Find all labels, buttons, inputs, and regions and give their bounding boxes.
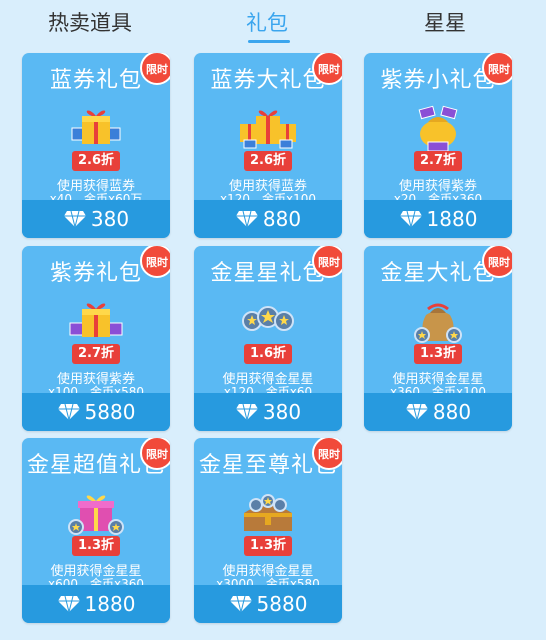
diamond-icon xyxy=(235,210,258,228)
blue-gift-icon xyxy=(71,110,121,144)
purple-gift-icon xyxy=(69,303,123,337)
limited-time-badge: 限时 xyxy=(140,53,170,85)
price-bar[interactable]: 380 xyxy=(22,200,170,238)
price-bar[interactable]: 880 xyxy=(194,200,342,238)
star-chest-icon xyxy=(244,494,292,531)
price-value: 880 xyxy=(262,207,302,231)
price: 1880 xyxy=(22,585,170,623)
discount-label: 1.3折 xyxy=(244,536,292,556)
limited-time-badge: 限时 xyxy=(312,246,342,278)
limited-time-badge: 限时 xyxy=(140,246,170,278)
price-bar[interactable]: 5880 xyxy=(194,585,342,623)
price-value: 880 xyxy=(432,400,472,424)
gift-pack-card[interactable]: 金星至尊礼包 限时 1.3折 使用获得金星星 x3000，金币x580 5880 xyxy=(194,438,342,623)
price-value: 1880 xyxy=(84,592,136,616)
gift-pack-card[interactable]: 金星大礼包 限时 1.3折 使用获得金星星 x360，金币x100 880 xyxy=(364,246,512,431)
gift-pack-card[interactable]: 紫券礼包 限时 2.7折 使用获得紫券 x100，金币x580 5880 xyxy=(22,246,170,431)
discount-label: 2.6折 xyxy=(244,151,292,171)
discount-label: 1.6折 xyxy=(244,344,292,364)
diamond-icon xyxy=(57,595,80,613)
discount-label: 2.7折 xyxy=(414,151,462,171)
gift-pack-card[interactable]: 蓝券大礼包 限时 2.6折 使用获得蓝券 x120，金币x100 880 xyxy=(194,53,342,238)
diamond-icon xyxy=(57,403,80,421)
price: 380 xyxy=(194,393,342,431)
limited-time-badge: 限时 xyxy=(140,438,170,470)
price: 5880 xyxy=(22,393,170,431)
price: 880 xyxy=(364,393,512,431)
price-bar[interactable]: 1880 xyxy=(364,200,512,238)
price-bar[interactable]: 5880 xyxy=(22,393,170,431)
discount-label: 1.3折 xyxy=(72,536,120,556)
price-value: 5880 xyxy=(84,400,136,424)
gift-pack-card[interactable]: 金星星礼包 限时 1.6折 使用获得金星星 x120，金币x60 380 xyxy=(194,246,342,431)
price: 880 xyxy=(194,200,342,238)
price: 5880 xyxy=(194,585,342,623)
discount-label: 1.3折 xyxy=(414,344,462,364)
price-value: 380 xyxy=(262,400,302,424)
star-coins-icon xyxy=(242,306,294,331)
purple-bag-icon xyxy=(418,105,458,152)
limited-time-badge: 限时 xyxy=(482,246,512,278)
limited-time-badge: 限时 xyxy=(312,438,342,470)
diamond-icon xyxy=(63,210,86,228)
diamond-icon xyxy=(235,403,258,421)
gift-pack-card[interactable]: 紫券小礼包 限时 2.7折 使用获得紫券 x20，金币x360 1880 xyxy=(364,53,512,238)
star-sack-icon xyxy=(414,303,462,343)
price-bar[interactable]: 880 xyxy=(364,393,512,431)
price-bar[interactable]: 380 xyxy=(194,393,342,431)
discount-label: 2.7折 xyxy=(72,344,120,364)
gift-pack-card[interactable]: 蓝券礼包 限时 2.6折 使用获得蓝券 x40，金币x60万 380 xyxy=(22,53,170,238)
discount-label: 2.6折 xyxy=(72,151,120,171)
diamond-icon xyxy=(229,595,252,613)
price-value: 380 xyxy=(90,207,130,231)
price: 380 xyxy=(22,200,170,238)
price-value: 5880 xyxy=(256,592,308,616)
star-giftbox-icon xyxy=(68,495,124,535)
diamond-icon xyxy=(405,403,428,421)
diamond-icon xyxy=(399,210,422,228)
limited-time-badge: 限时 xyxy=(482,53,512,85)
price-bar[interactable]: 1880 xyxy=(22,585,170,623)
price-value: 1880 xyxy=(426,207,478,231)
blue-gifts-icon xyxy=(240,110,296,149)
gift-pack-card[interactable]: 金星超值礼包 限时 1.3折 使用获得金星星 x600，金币x360 1880 xyxy=(22,438,170,623)
limited-time-badge: 限时 xyxy=(312,53,342,85)
price: 1880 xyxy=(364,200,512,238)
gift-pack-grid: 蓝券礼包 限时 2.6折 使用获得蓝券 x40，金币x60万 380 蓝券大礼包… xyxy=(0,0,546,640)
